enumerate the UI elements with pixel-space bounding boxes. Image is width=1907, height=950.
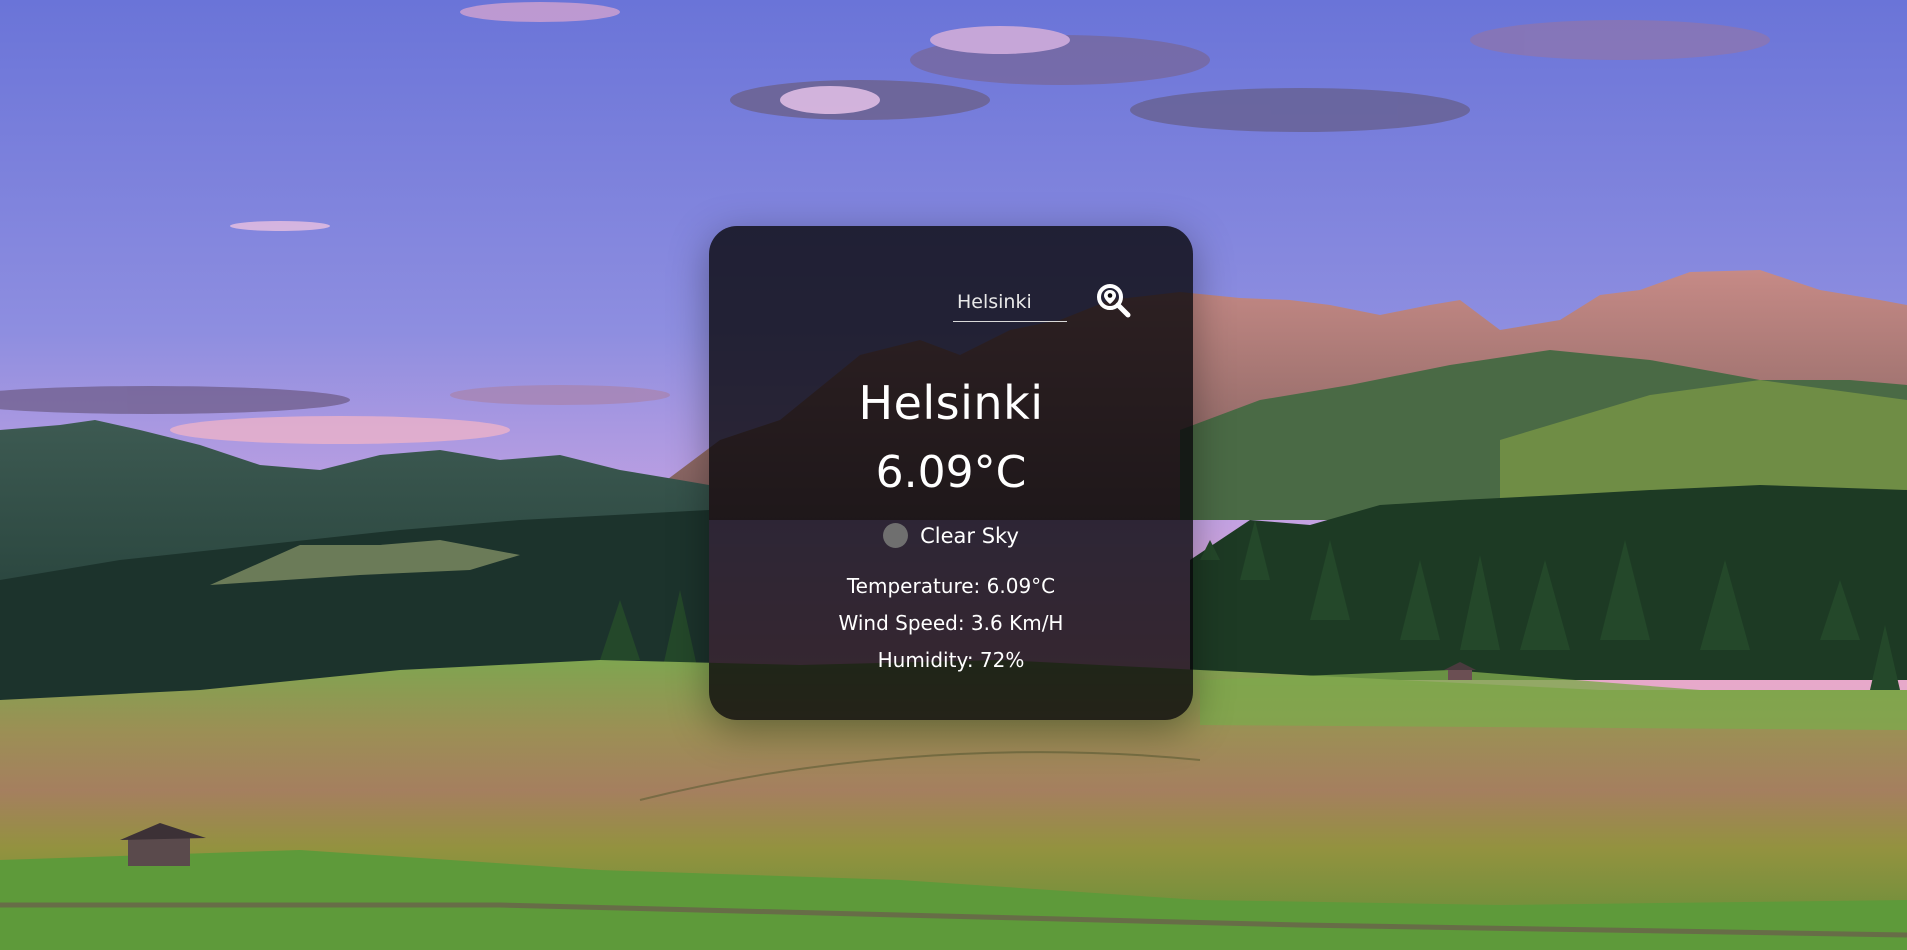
condition-label: Clear Sky [920, 523, 1019, 548]
weather-condition: Clear Sky [709, 523, 1193, 548]
weather-card: Helsinki 6.09°C Clear Sky Temperature: 6… [709, 226, 1193, 720]
current-temperature: 6.09°C [875, 447, 1027, 498]
weather-condition-icon [883, 523, 909, 548]
detail-wind-speed: Wind Speed: 3.6 Km/H [838, 611, 1064, 635]
detail-humidity: Humidity: 72% [877, 648, 1025, 672]
search-location-icon [1097, 284, 1131, 318]
search-button[interactable] [1094, 282, 1134, 322]
search-bar [709, 282, 1193, 326]
weather-details: Temperature: 6.09°C Wind Speed: 3.6 Km/H… [709, 568, 1193, 679]
city-search-input[interactable] [953, 282, 1067, 322]
city-name: Helsinki [858, 376, 1044, 430]
detail-temperature: Temperature: 6.09°C [846, 574, 1056, 598]
